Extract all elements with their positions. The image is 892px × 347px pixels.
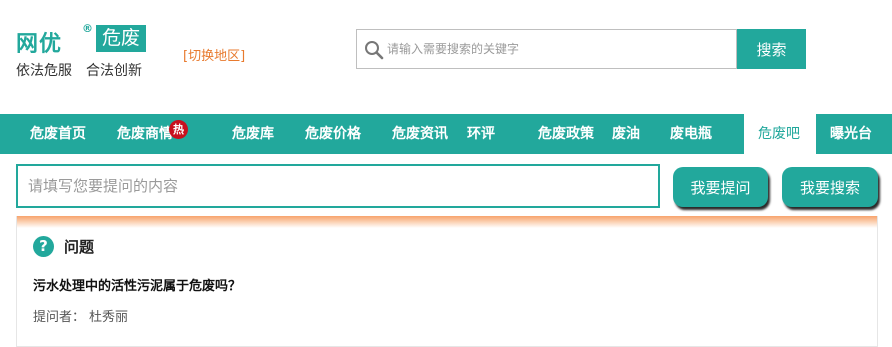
logo-tag: 危废: [96, 25, 147, 52]
ask-question-button[interactable]: 我要提问: [673, 167, 768, 207]
page: 网优 ® 危废 依法危服 合法创新 [切换地区] 搜索 危废首页 危废商情 热 …: [0, 0, 892, 347]
nav-item-waste-oil[interactable]: 废油: [612, 114, 670, 154]
question-card: ? 问题 污水处理中的活性污泥属于危废吗？ 提问者： 杜秀丽: [16, 216, 878, 347]
nav-item-library[interactable]: 危废库: [216, 114, 290, 154]
header-search-button[interactable]: 搜索: [737, 29, 806, 69]
header-search: 搜索: [356, 29, 806, 69]
nav-item-label: 危废资讯: [392, 126, 448, 142]
nav-item-label: 危废首页: [30, 126, 86, 142]
nav-item-market[interactable]: 危废商情 热: [101, 114, 216, 154]
question-title[interactable]: 污水处理中的活性污泥属于危废吗？: [33, 275, 241, 294]
asker-info: 提问者： 杜秀丽: [33, 306, 128, 325]
header-search-input[interactable]: [387, 31, 732, 67]
question-heading: 问题: [64, 238, 95, 256]
nav-item-eia[interactable]: 环评: [466, 114, 524, 154]
card-top-gradient: [17, 216, 877, 228]
nav-item-news[interactable]: 危废资讯: [379, 114, 466, 154]
nav-item-label: 危废库: [232, 126, 274, 142]
main-nav: 危废首页 危废商情 热 危废库 危废价格 危废资讯 环评 危废政策 废油 废电瓶…: [0, 114, 892, 154]
nav-item-label: 危废商情: [117, 126, 173, 142]
header-search-box: [356, 29, 737, 69]
nav-item-label: 环评: [467, 126, 495, 142]
asker-label: 提问者：: [33, 310, 86, 325]
site-logo[interactable]: 网优 ® 危废 依法危服 合法创新: [16, 22, 156, 82]
nav-item-exposure[interactable]: 曝光台: [816, 114, 892, 154]
ask-input-wrapper: [16, 164, 660, 208]
nav-item-label: 曝光台: [830, 126, 872, 142]
ask-question-input[interactable]: [18, 166, 658, 206]
nav-item-label: 危废政策: [538, 126, 594, 142]
asker-name: 杜秀丽: [89, 310, 129, 325]
nav-item-forum[interactable]: 危废吧: [744, 114, 816, 154]
switch-region-link[interactable]: [切换地区]: [183, 45, 245, 64]
nav-item-policy[interactable]: 危废政策: [524, 114, 612, 154]
nav-item-home[interactable]: 危废首页: [0, 114, 101, 154]
ask-search-button[interactable]: 我要搜索: [782, 167, 878, 207]
nav-item-label: 废油: [612, 126, 640, 142]
nav-item-price[interactable]: 危废价格: [290, 114, 379, 154]
nav-item-label: 危废吧: [758, 126, 800, 142]
logo-slogan: 依法危服 合法创新: [16, 63, 142, 79]
hot-badge: 热: [169, 120, 188, 139]
nav-item-waste-battery[interactable]: 废电瓶: [670, 114, 744, 154]
nav-item-label: 危废价格: [305, 126, 361, 142]
logo-brand: 网优: [16, 32, 63, 57]
nav-item-label: 废电瓶: [670, 126, 712, 142]
logo-registered-mark: ®: [82, 22, 93, 35]
question-mark-icon: ?: [33, 236, 54, 257]
search-icon: [365, 41, 384, 60]
